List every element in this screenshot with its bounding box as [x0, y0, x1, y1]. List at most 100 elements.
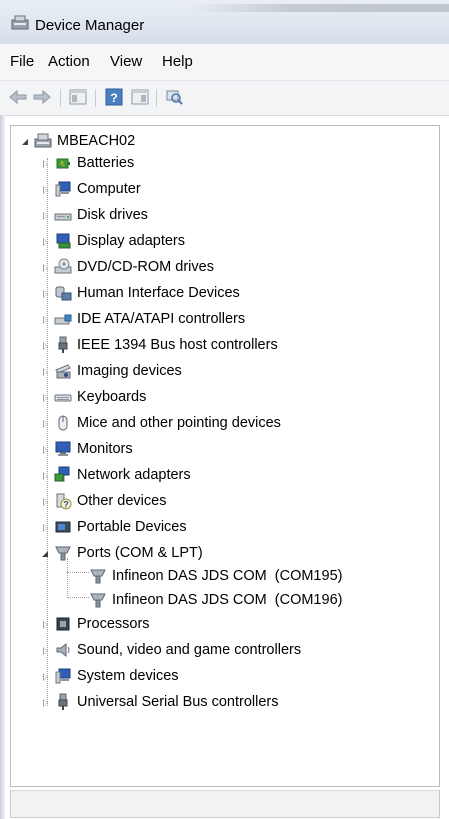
forward-arrow-icon[interactable]: [32, 88, 52, 106]
port-icon: [90, 569, 106, 584]
tree-item-ports[interactable]: Ports (COM & LPT): [41, 542, 203, 564]
menu-help[interactable]: Help: [162, 53, 193, 70]
tree-item-keyboards[interactable]: Keyboards: [41, 386, 146, 408]
expand-toggle[interactable]: [41, 698, 50, 707]
expand-toggle[interactable]: [41, 315, 50, 324]
tree-item-sound[interactable]: Sound, video and game controllers: [41, 639, 301, 661]
expand-toggle[interactable]: [41, 549, 50, 558]
keyboard-icon: [54, 394, 72, 402]
network-adapter-icon: [54, 466, 70, 482]
tree-item-other-devices[interactable]: ? Other devices: [41, 490, 166, 512]
tree-item-dvd-drives[interactable]: DVD/CD-ROM drives: [41, 256, 214, 278]
tree-item-label: System devices: [77, 668, 179, 684]
tree-child-com196[interactable]: Infineon DAS JDS COM (COM196): [89, 589, 342, 611]
expand-toggle[interactable]: [41, 185, 50, 194]
tree-item-label: Portable Devices: [77, 519, 187, 535]
title-bar-blur: [190, 4, 449, 12]
menu-bar: File Action View Help: [0, 44, 449, 81]
properties-icon[interactable]: [130, 88, 150, 106]
tree-item-disk-drives[interactable]: Disk drives: [41, 204, 148, 226]
tree-item-label: IEEE 1394 Bus host controllers: [77, 337, 278, 353]
menu-view[interactable]: View: [110, 53, 142, 70]
svg-text:?: ?: [110, 91, 117, 105]
tree-item-ide-controllers[interactable]: IDE ATA/ATAPI controllers: [41, 308, 245, 330]
expand-toggle[interactable]: [41, 393, 50, 402]
tree-item-label: Infineon DAS JDS COM (COM196): [112, 592, 343, 608]
toolbar-separator: [60, 89, 61, 107]
window-title: Device Manager: [35, 17, 145, 34]
ieee1394-icon: [58, 336, 68, 353]
expand-toggle[interactable]: [41, 445, 50, 454]
tree-item-label: Universal Serial Bus controllers: [77, 694, 279, 710]
usb-icon: [58, 693, 68, 710]
hid-icon: [55, 286, 72, 301]
expand-toggle[interactable]: [41, 289, 50, 298]
port-icon: [55, 546, 71, 561]
scan-hardware-changes-icon[interactable]: [164, 88, 184, 106]
expand-toggle[interactable]: [41, 646, 50, 655]
expand-toggle[interactable]: [41, 672, 50, 681]
tree-item-label: Disk drives: [77, 207, 148, 223]
tree-item-portable-devices[interactable]: Portable Devices: [41, 516, 187, 538]
tree-item-label: Infineon DAS JDS COM (COM195): [112, 568, 343, 584]
tree-item-display-adapters[interactable]: Display adapters: [41, 230, 185, 252]
tree-item-human-interface-devices[interactable]: Human Interface Devices: [41, 282, 240, 304]
device-tree[interactable]: MBEACH02 Batteries Computer Disk drives: [10, 125, 440, 787]
mouse-icon: [58, 415, 68, 431]
expand-toggle[interactable]: [21, 137, 30, 146]
tree-connector: [67, 558, 68, 598]
dvd-drive-icon: [54, 258, 72, 274]
show-hide-console-tree-icon[interactable]: [68, 88, 88, 106]
tree-connector: [67, 597, 89, 598]
device-manager-icon: [11, 15, 29, 30]
monitor-icon: [55, 441, 71, 456]
computer-root-icon: [34, 133, 52, 148]
status-bar: [10, 790, 440, 818]
tree-item-label: Sound, video and game controllers: [77, 642, 302, 658]
system-device-icon: [55, 668, 71, 684]
toolbar-separator: [95, 89, 96, 107]
imaging-device-icon: [55, 364, 71, 379]
computer-icon: [55, 181, 71, 197]
expand-toggle[interactable]: [41, 159, 50, 168]
back-arrow-icon[interactable]: [8, 88, 28, 106]
tree-item-label: Mice and other pointing devices: [77, 415, 281, 431]
tree-item-mice[interactable]: Mice and other pointing devices: [41, 412, 281, 434]
tree-child-com195[interactable]: Infineon DAS JDS COM (COM195): [89, 565, 342, 587]
menu-action[interactable]: Action: [48, 53, 90, 70]
tree-item-label: Batteries: [77, 155, 135, 171]
tree-item-usb-controllers[interactable]: Universal Serial Bus controllers: [41, 691, 278, 713]
expand-toggle[interactable]: [41, 471, 50, 480]
tree-item-monitors[interactable]: Monitors: [41, 438, 133, 460]
tree-item-label: IDE ATA/ATAPI controllers: [77, 311, 246, 327]
help-icon[interactable]: ?: [104, 88, 124, 106]
expand-toggle[interactable]: [41, 523, 50, 532]
disk-drive-icon: [54, 213, 72, 221]
portable-device-icon: [55, 521, 71, 533]
battery-icon: [56, 158, 70, 169]
expand-toggle[interactable]: [41, 211, 50, 220]
tree-item-ieee1394[interactable]: IEEE 1394 Bus host controllers: [41, 334, 278, 356]
tree-item-processors[interactable]: Processors: [41, 613, 150, 635]
expand-toggle[interactable]: [41, 620, 50, 629]
sound-icon: [56, 642, 70, 658]
toolbar-separator: [156, 89, 157, 107]
expand-toggle[interactable]: [41, 341, 50, 350]
tree-item-imaging-devices[interactable]: Imaging devices: [41, 360, 182, 382]
expand-toggle[interactable]: [41, 237, 50, 246]
expand-toggle[interactable]: [41, 263, 50, 272]
tree-item-label: Display adapters: [77, 233, 185, 249]
expand-toggle[interactable]: [41, 419, 50, 428]
tree-connector: [67, 572, 89, 573]
menu-file[interactable]: File: [10, 53, 34, 70]
expand-toggle[interactable]: [41, 367, 50, 376]
toolbar: ?: [0, 81, 449, 116]
tree-item-system-devices[interactable]: System devices: [41, 665, 179, 687]
tree-item-network-adapters[interactable]: Network adapters: [41, 464, 191, 486]
tree-item-batteries[interactable]: Batteries: [41, 152, 134, 174]
tree-item-label: DVD/CD-ROM drives: [77, 259, 214, 275]
processor-icon: [56, 617, 70, 631]
expand-toggle[interactable]: [41, 497, 50, 506]
tree-item-computer[interactable]: Computer: [41, 178, 141, 200]
tree-root[interactable]: MBEACH02: [21, 130, 135, 152]
